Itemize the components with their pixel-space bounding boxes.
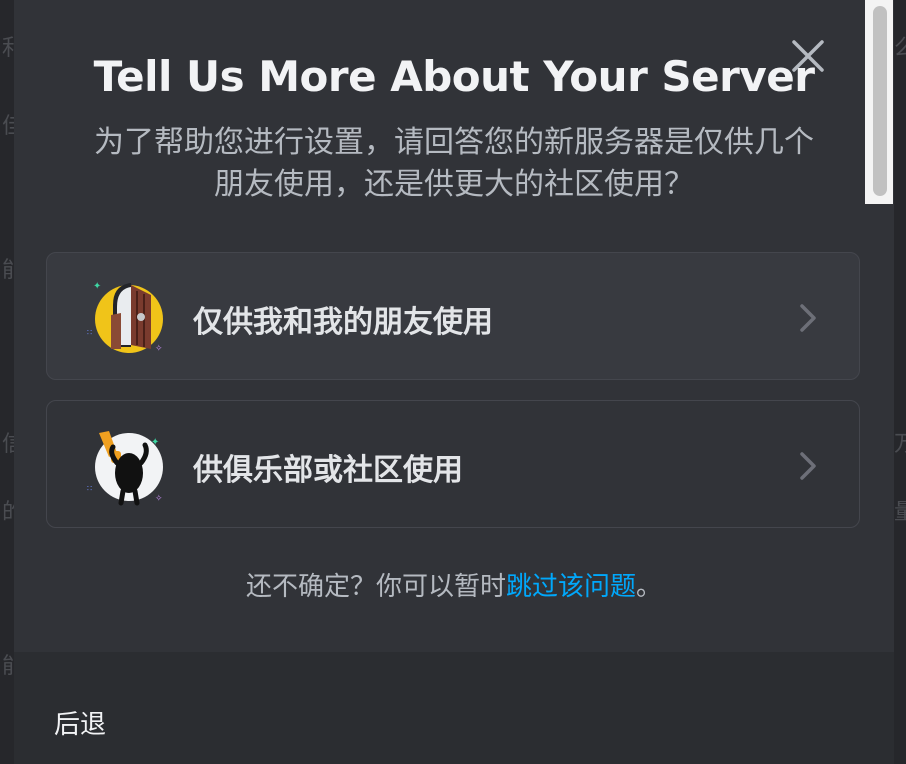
- friends-door-icon: ✦ ✧ ∷: [87, 281, 163, 354]
- subtitle-line: 朋友使用，还是供更大的社区使用？: [214, 167, 694, 202]
- scrollbar-thumb[interactable]: [873, 6, 887, 196]
- skip-suffix: 。: [636, 572, 663, 602]
- skip-question-text: 还不确定？你可以暂时跳过该问题。: [14, 566, 894, 603]
- background-text: 万: [894, 432, 906, 457]
- scrollbar[interactable]: [865, 0, 893, 204]
- community-flag-icon: ✦ ✧ ∷: [87, 431, 163, 506]
- option-community[interactable]: ✦ ✧ ∷ 供俱乐部或社区使用: [46, 400, 860, 528]
- modal-title: Tell Us More About Your Server: [93, 52, 815, 101]
- option-label: 供俱乐部或社区使用: [193, 453, 463, 488]
- skip-prefix: 还不确定？你可以暂时: [245, 572, 506, 602]
- chevron-right-icon: [800, 304, 816, 332]
- skip-question-link[interactable]: 跳过该问题: [506, 572, 636, 602]
- modal-subtitle: 为了帮助您进行设置，请回答您的新服务器是仅供几个 朋友使用，还是供更大的社区使用…: [44, 122, 864, 206]
- modal-footer: 后退: [14, 652, 894, 764]
- option-label: 仅供我和我的朋友使用: [193, 305, 493, 340]
- option-friends[interactable]: ✦ ✧ ∷ 仅供我和我的朋友使用: [46, 252, 860, 380]
- close-icon: [792, 40, 824, 72]
- svg-text:✧: ✧: [155, 494, 163, 504]
- background-text: 么: [894, 36, 906, 61]
- close-button[interactable]: [786, 34, 830, 78]
- chevron-right-icon: [800, 452, 816, 480]
- svg-text:✦: ✦: [93, 281, 101, 292]
- back-button[interactable]: 后退: [54, 704, 106, 741]
- svg-text:∷: ∷: [87, 484, 92, 493]
- svg-text:✦: ✦: [151, 437, 159, 448]
- subtitle-line: 为了帮助您进行设置，请回答您的新服务器是仅供几个: [94, 125, 814, 160]
- server-setup-modal: Tell Us More About Your Server 为了帮助您进行设置…: [14, 0, 894, 764]
- svg-text:✧: ✧: [155, 344, 163, 354]
- background-text: 量: [894, 500, 906, 525]
- svg-text:∷: ∷: [87, 328, 92, 337]
